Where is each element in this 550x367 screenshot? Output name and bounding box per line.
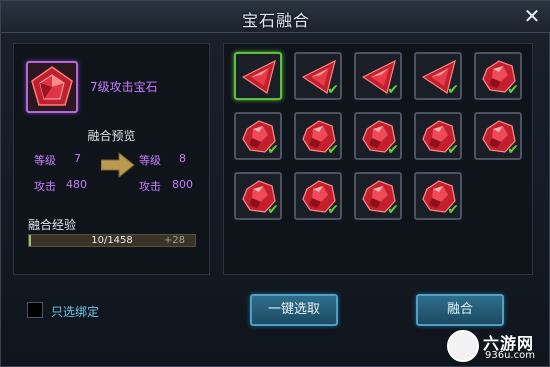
watermark-url: 936u.com <box>485 350 535 361</box>
check-icon: ✔ <box>447 82 459 98</box>
gem-slot[interactable]: ✔ <box>294 52 342 100</box>
red-gem-icon <box>26 61 78 113</box>
gem-slot[interactable]: ✔ <box>234 172 282 220</box>
before-attack-label: 攻击 <box>34 180 56 193</box>
gem-slot[interactable]: ✔ <box>474 112 522 160</box>
check-icon: ✔ <box>387 82 399 98</box>
title-bar: 宝石融合 ✕ <box>1 1 550 33</box>
gem-slot[interactable]: ✔ <box>294 112 342 160</box>
check-icon: ✔ <box>447 142 459 158</box>
check-icon: ✔ <box>327 82 339 98</box>
after-level-value: 8 <box>179 152 186 165</box>
after-level-label: 等级 <box>139 154 161 167</box>
after-attack-label: 攻击 <box>139 180 161 193</box>
gem-slot[interactable]: ✔ <box>354 52 402 100</box>
check-icon: ✔ <box>267 202 279 218</box>
check-icon: ✔ <box>507 142 519 158</box>
close-icon[interactable]: ✕ <box>521 5 543 27</box>
bound-only-checkbox[interactable] <box>27 302 43 318</box>
gem-slot[interactable]: ✔ <box>414 52 462 100</box>
gem-slot[interactable]: ✔ <box>234 112 282 160</box>
check-icon: ✔ <box>447 202 459 218</box>
check-icon: ✔ <box>327 142 339 158</box>
gem-slot[interactable]: ✔ <box>414 172 462 220</box>
preview-title: 融合预览 <box>87 129 136 143</box>
check-icon: ✔ <box>267 142 279 158</box>
gem-slot-grid: ✔ ✔ ✔ ✔ ✔ ✔ ✔ ✔ ✔ ✔ ✔ ✔ ✔ <box>223 43 533 275</box>
exp-plus: +28 <box>163 235 185 246</box>
bound-only-label[interactable]: 只选绑定 <box>51 303 99 320</box>
gem-fusion-window: 宝石融合 ✕ 7级攻击宝石 融合预览 等级 7 攻击 480 等级 8 攻击 8… <box>0 0 550 367</box>
arrow-right-icon <box>101 152 135 178</box>
after-attack-value: 800 <box>172 178 193 191</box>
gem-slot[interactable]: ✔ <box>354 112 402 160</box>
gem-slot[interactable]: ✔ <box>354 172 402 220</box>
window-title: 宝石融合 <box>241 11 310 30</box>
gem-slot[interactable]: ✔ <box>294 172 342 220</box>
exp-label: 融合经验 <box>28 218 77 232</box>
gem-slot[interactable] <box>234 52 282 100</box>
fusion-preview-panel: 7级攻击宝石 融合预览 等级 7 攻击 480 等级 8 攻击 800 融合经验… <box>13 43 210 275</box>
before-attack-value: 480 <box>66 178 87 191</box>
logo-icon <box>447 330 479 362</box>
watermark-logo: 六游网 936u.com <box>447 328 545 366</box>
check-icon: ✔ <box>387 142 399 158</box>
gem-slot[interactable]: ✔ <box>474 52 522 100</box>
check-icon: ✔ <box>327 202 339 218</box>
gem-slot[interactable]: ✔ <box>414 112 462 160</box>
check-icon: ✔ <box>507 82 519 98</box>
fuse-button[interactable]: 融合 <box>416 294 504 326</box>
before-level-label: 等级 <box>34 154 56 167</box>
gem-name: 7级攻击宝石 <box>90 80 158 94</box>
select-all-button[interactable]: 一键选取 <box>250 294 338 326</box>
before-level-value: 7 <box>74 152 81 165</box>
check-icon: ✔ <box>387 202 399 218</box>
exp-progress-bar: 10/1458 +28 <box>28 234 196 247</box>
